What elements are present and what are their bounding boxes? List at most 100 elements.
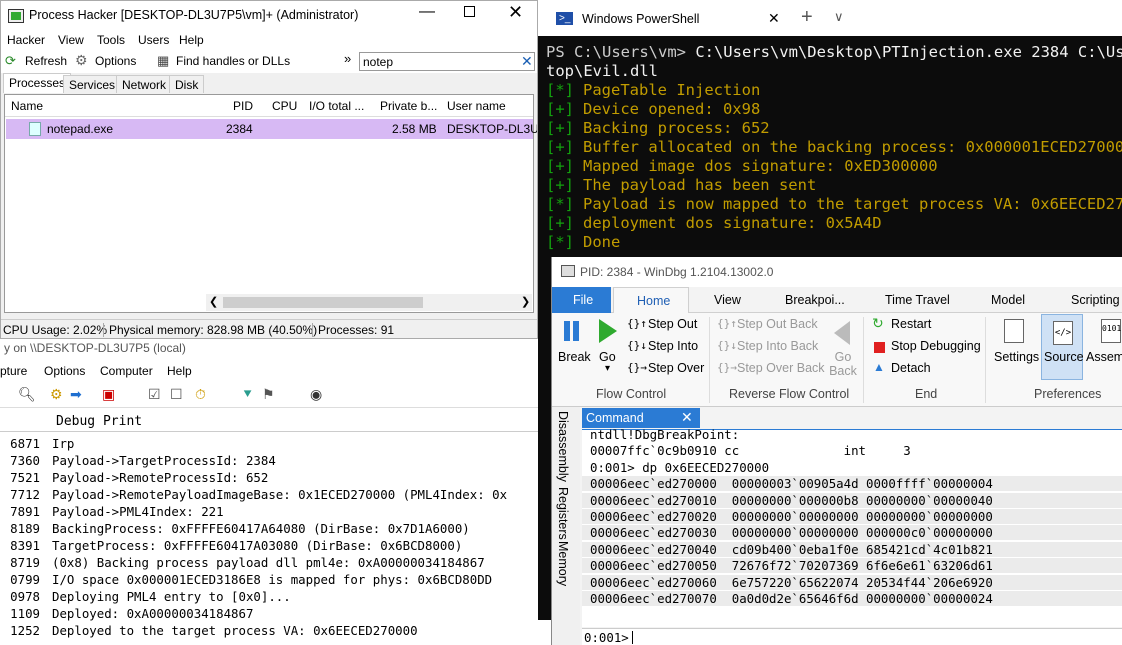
options-icon[interactable]: ⚙ [75, 52, 88, 69]
go-back-button[interactable]: Go Back [828, 350, 858, 378]
process-hacker-window: Process Hacker [DESKTOP-DL3U7P5\vm]+ (Ad… [0, 0, 538, 339]
tab-network[interactable]: Network [116, 75, 173, 93]
tab-time-travel[interactable]: Time Travel [885, 293, 950, 307]
refresh-button[interactable]: Refresh [25, 54, 67, 68]
search-input[interactable]: notep ✕ [359, 52, 535, 71]
tab-services[interactable]: Services [63, 75, 122, 93]
table-row[interactable]: 1109 Deployed: 0xA00000034184867 [0, 606, 538, 623]
table-row[interactable]: 7360 Payload->TargetProcessId: 2384 [0, 453, 538, 470]
table-row[interactable]: 0978 Deploying PML4 entry to [0x0]... [0, 589, 538, 606]
tab-registers[interactable]: Registers [556, 487, 570, 540]
menu-capture[interactable]: pture [0, 364, 27, 378]
edit-filter-icon[interactable]: ☑ [148, 386, 161, 403]
new-tab-icon[interactable]: + [801, 6, 813, 29]
group-end: End [915, 387, 938, 401]
table-row[interactable]: 8391 TargetProcess: 0xFFFFE60417A03080 (D… [0, 538, 538, 555]
notepad-icon [29, 122, 41, 136]
break-button[interactable]: Break [558, 350, 591, 364]
gear-icon[interactable]: ⚙ [50, 386, 63, 403]
capture-kernel-icon[interactable]: ▣ [102, 386, 115, 403]
arrow-right-icon[interactable]: ➡ [70, 386, 82, 403]
table-row[interactable]: 0799 I/O space 0x000001ECED3186E8 is mapp… [0, 572, 538, 589]
menu-users[interactable]: Users [138, 33, 169, 47]
filter-icon[interactable]: ⯆ [242, 386, 253, 403]
step-over-back-button[interactable]: Step Over Back [737, 361, 825, 375]
table-row[interactable]: 7712 Payload->RemotePayloadImageBase: 0x1… [0, 487, 538, 504]
go-icon[interactable] [599, 319, 617, 343]
detach-button[interactable]: Detach [891, 361, 931, 375]
find-icon[interactable]: 🔍︎ [18, 386, 36, 403]
assembly-button[interactable]: Assemb [1086, 350, 1122, 364]
table-row[interactable]: 8719 (0x8) Backing process payload dll pm… [0, 555, 538, 572]
tab-strip: Processes Services Network Disk [1, 73, 537, 93]
break-icon[interactable] [564, 321, 570, 341]
step-out-button[interactable]: Step Out [648, 317, 697, 331]
tab-scripting[interactable]: Scripting [1071, 293, 1120, 307]
tab-breakpoints[interactable]: Breakpoi... [785, 293, 845, 307]
column-cpu[interactable]: CPU [272, 99, 297, 113]
scroll-right-icon[interactable]: ❯ [521, 295, 530, 308]
highlight-icon[interactable]: ⚑ [262, 386, 275, 403]
tab-model[interactable]: Model [991, 293, 1025, 307]
tab-disassembly[interactable]: Disassembly [556, 411, 570, 482]
tab-processes[interactable]: Processes [3, 73, 72, 93]
clear-search-icon[interactable]: ✕ [521, 53, 533, 70]
table-row[interactable]: notepad.exe 2384 2.58 MB DESKTOP-DL3U7 [6, 119, 537, 139]
column-user-name[interactable]: User name [447, 99, 506, 113]
clock-icon[interactable]: ⏱ [195, 386, 206, 403]
maximize-icon[interactable] [464, 6, 475, 17]
tab-file[interactable]: File [552, 287, 611, 313]
column-debug-print[interactable]: Debug Print [56, 414, 142, 429]
close-command-tab-icon[interactable]: ✕ [681, 409, 693, 426]
tab-home[interactable]: Home [613, 287, 689, 314]
options-button[interactable]: Options [95, 54, 136, 68]
binoculars-icon[interactable]: ◉ [310, 386, 322, 403]
step-into-back-button[interactable]: Step Into Back [737, 339, 818, 353]
go-button[interactable]: Go [599, 350, 616, 364]
step-out-back-button[interactable]: Step Out Back [737, 317, 818, 331]
column-private-bytes[interactable]: Private b... [380, 99, 437, 113]
close-tab-icon[interactable]: ✕ [768, 10, 780, 27]
scroll-left-icon[interactable]: ❮ [209, 295, 218, 308]
table-row[interactable]: 1252 Deployed to the target process VA: 0… [0, 623, 538, 640]
stop-debugging-button[interactable]: Stop Debugging [891, 339, 981, 353]
scrollbar-thumb[interactable] [223, 297, 423, 308]
table-row[interactable]: 7891 Payload->PML4Index: 221 [0, 504, 538, 521]
tab-disk[interactable]: Disk [169, 75, 205, 93]
menu-help[interactable]: Help [179, 33, 204, 47]
horizontal-scrollbar[interactable]: ❮ ❯ [206, 294, 532, 311]
column-name[interactable]: Name [11, 99, 43, 113]
chevron-down-icon[interactable]: ∨ [834, 9, 844, 25]
close-icon[interactable]: ✕ [508, 2, 523, 23]
step-into-button[interactable]: Step Into [648, 339, 698, 353]
settings-button[interactable]: Settings [994, 350, 1039, 364]
restart-button[interactable]: Restart [891, 317, 931, 331]
table-row[interactable]: 8189 BackingProcess: 0xFFFFE60417A64080 (… [0, 521, 538, 538]
command-tab[interactable]: Command ✕ [582, 408, 700, 428]
find-handles-button[interactable]: Find handles or DLLs [176, 54, 290, 68]
menu-help[interactable]: Help [167, 364, 192, 378]
refresh-icon[interactable]: ⟳ [5, 53, 16, 69]
windbg-window: PID: 2384 - WinDbg 1.2104.13002.0 File H… [551, 257, 1122, 645]
menu-options[interactable]: Options [44, 364, 85, 378]
go-dropdown-icon[interactable]: ▾ [605, 363, 610, 374]
column-io-total[interactable]: I/O total ... [309, 99, 364, 113]
tab-view[interactable]: View [714, 293, 741, 307]
step-over-button[interactable]: Step Over [648, 361, 704, 375]
menu-tools[interactable]: Tools [97, 33, 125, 47]
table-row[interactable]: 6871 Irp [0, 436, 538, 453]
source-button[interactable]: </> Source [1041, 314, 1084, 380]
menu-view[interactable]: View [58, 33, 84, 47]
minimize-icon[interactable]: — [419, 3, 435, 21]
find-handles-icon[interactable]: ▦ [157, 53, 169, 69]
tab-memory[interactable]: Memory [556, 541, 570, 586]
properties-icon[interactable]: ☐ [170, 386, 183, 403]
table-row[interactable]: 7521 Payload->RemoteProcessId: 652 [0, 470, 538, 487]
column-pid[interactable]: PID [233, 99, 253, 113]
command-input[interactable]: 0:001> [582, 628, 1122, 645]
menu-hacker[interactable]: Hacker [7, 33, 45, 47]
menu-computer[interactable]: Computer [100, 364, 153, 378]
toolbar-overflow[interactable]: » [344, 51, 351, 66]
row-number: 8391 [10, 538, 40, 553]
terminal-tab[interactable]: >_ Windows PowerShell ✕ [545, 2, 786, 36]
